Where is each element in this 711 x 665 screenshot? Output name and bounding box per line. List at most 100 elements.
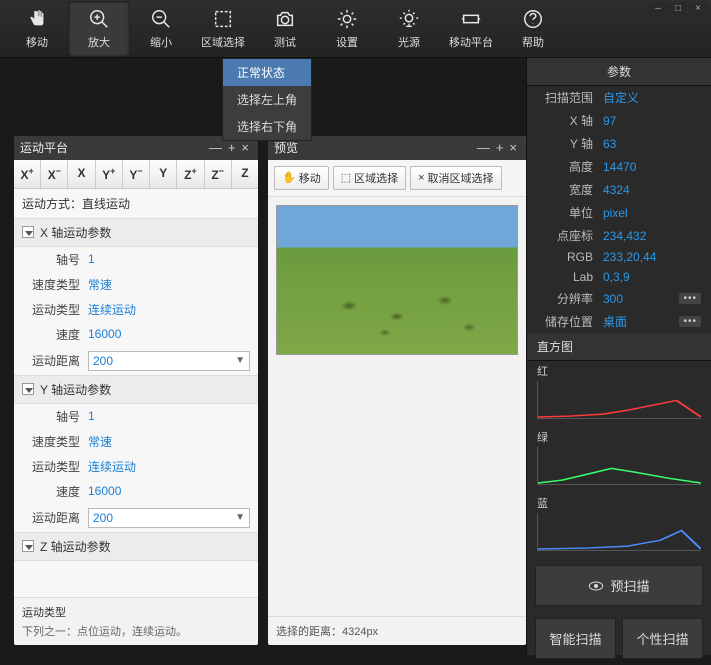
axis-x[interactable]: X xyxy=(68,160,95,188)
motion-mode: 运动方式：直线运动 xyxy=(14,189,258,218)
caret-icon xyxy=(22,540,34,552)
hand-icon: ✋ xyxy=(282,171,296,184)
preview-image[interactable] xyxy=(276,205,518,355)
axis-z-plus[interactable]: Z+ xyxy=(177,160,204,188)
histogram-green: 绿 xyxy=(537,429,701,485)
params-header: 参数 xyxy=(527,58,711,86)
region-label: 区域选择 xyxy=(201,34,245,50)
preview-region-tool[interactable]: ⬚区域选择 xyxy=(333,166,406,190)
panel-add[interactable]: + xyxy=(493,140,507,155)
panel-minimize[interactable]: — xyxy=(474,140,493,155)
motion-panel-title: 运动平台 xyxy=(20,139,206,156)
zoom-in-label: 放大 xyxy=(88,34,110,50)
preview-status: 选择的距离：4324px xyxy=(268,616,526,645)
histogram-red: 红 xyxy=(537,363,701,419)
y-motion-type: 连续运动 xyxy=(88,458,136,475)
dropdown-bottomright[interactable]: 选择右下角 xyxy=(223,113,311,140)
move-tool[interactable]: 移动 xyxy=(6,1,68,57)
preview-tools: ✋移动 ⬚区域选择 ×取消区域选择 xyxy=(268,160,526,197)
axis-z-minus[interactable]: Z− xyxy=(205,160,232,188)
save-loc-more[interactable]: ••• xyxy=(679,316,701,327)
y-speed-type: 常速 xyxy=(88,433,112,450)
y-value[interactable]: 63 xyxy=(603,137,616,151)
histogram-blue: 蓝 xyxy=(537,495,701,551)
axis-y-minus[interactable]: Y− xyxy=(123,160,150,188)
preview-move-tool[interactable]: ✋移动 xyxy=(274,166,329,190)
region-dropdown: 正常状态 选择左上角 选择右下角 xyxy=(222,58,312,141)
motion-panel-body: 运动方式：直线运动 X 轴运动参数 轴号1 速度类型常速 运动类型连续运动 速度… xyxy=(14,189,258,597)
help-tool[interactable]: 帮助 xyxy=(502,1,564,57)
hand-icon xyxy=(26,8,48,30)
light-label: 光源 xyxy=(398,34,420,50)
y-speed: 16000 xyxy=(88,484,121,498)
platform-tool[interactable]: 移动平台 xyxy=(440,1,502,57)
axis-z[interactable]: Z xyxy=(232,160,258,188)
coord-value: 234,432 xyxy=(603,229,646,243)
axis-x-plus[interactable]: X+ xyxy=(14,160,41,188)
zoom-out-icon xyxy=(150,8,172,30)
axis-y-plus[interactable]: Y+ xyxy=(96,160,123,188)
test-tool[interactable]: 测试 xyxy=(254,1,316,57)
custom-scan-button[interactable]: 个性扫描 xyxy=(622,618,703,659)
left-column: 运动平台 — + × X+ X− X Y+ Y− Y Z+ Z− Z 运动方式：… xyxy=(0,58,258,655)
z-section-header[interactable]: Z 轴运动参数 xyxy=(14,532,258,561)
settings-tool[interactable]: 设置 xyxy=(316,1,378,57)
right-column: 参数 扫描范围自定义 X 轴97 Y 轴63 高度14470 宽度4324 单位… xyxy=(526,58,711,655)
motion-panel: 运动平台 — + × X+ X− X Y+ Y− Y Z+ Z− Z 运动方式：… xyxy=(14,136,258,645)
maximize-button[interactable]: □ xyxy=(669,2,687,16)
light-icon xyxy=(398,8,420,30)
main-area: 运动平台 — + × X+ X− X Y+ Y− Y Z+ Z− Z 运动方式：… xyxy=(0,58,711,655)
axis-button-row: X+ X− X Y+ Y− Y Z+ Z− Z xyxy=(14,160,258,189)
platform-label: 移动平台 xyxy=(449,34,493,50)
region-select-tool[interactable]: 区域选择 xyxy=(192,1,254,57)
gear-icon xyxy=(336,8,358,30)
y-distance-input[interactable]: 200▼ xyxy=(88,508,250,528)
zoom-out-label: 缩小 xyxy=(150,34,172,50)
y-axis-no: 1 xyxy=(88,409,95,423)
panel-add[interactable]: + xyxy=(225,140,239,155)
resolution-value[interactable]: 300 xyxy=(603,292,623,306)
close-button[interactable]: × xyxy=(689,2,707,16)
platform-icon xyxy=(460,8,482,30)
zoom-in-icon xyxy=(88,8,110,30)
select-icon: ⬚ xyxy=(341,171,351,184)
middle-column: 预览 — + × ✋移动 ⬚区域选择 ×取消区域选择 选择的距离：4324px xyxy=(258,58,526,655)
zoom-out-tool[interactable]: 缩小 xyxy=(130,1,192,57)
x-speed: 16000 xyxy=(88,327,121,341)
unit-value[interactable]: pixel xyxy=(603,206,628,220)
prescan-button[interactable]: 预扫描 xyxy=(535,565,703,606)
x-value[interactable]: 97 xyxy=(603,114,616,128)
panel-close[interactable]: × xyxy=(238,140,252,155)
minimize-button[interactable]: – xyxy=(649,2,667,16)
dropdown-topleft[interactable]: 选择左上角 xyxy=(223,86,311,113)
preview-title: 预览 xyxy=(274,139,474,156)
axis-y[interactable]: Y xyxy=(150,160,177,188)
help-label: 帮助 xyxy=(522,34,544,50)
axis-x-minus[interactable]: X− xyxy=(41,160,68,188)
caret-icon xyxy=(22,383,34,395)
histogram-header: 直方图 xyxy=(527,333,711,361)
light-tool[interactable]: 光源 xyxy=(378,1,440,57)
lab-value: 0,3,9 xyxy=(603,270,630,284)
x-speed-type: 常速 xyxy=(88,276,112,293)
panel-close[interactable]: × xyxy=(506,140,520,155)
height-value[interactable]: 14470 xyxy=(603,160,636,174)
dropdown-normal[interactable]: 正常状态 xyxy=(223,59,311,86)
dropdown-arrow-icon: ▼ xyxy=(235,355,245,366)
x-distance-input[interactable]: 200▼ xyxy=(88,351,250,371)
preview-panel: 预览 — + × ✋移动 ⬚区域选择 ×取消区域选择 选择的距离：4324px xyxy=(268,136,526,645)
save-loc-value[interactable]: 桌面 xyxy=(603,313,627,330)
preview-cancel-tool[interactable]: ×取消区域选择 xyxy=(410,166,501,190)
x-axis-no: 1 xyxy=(88,252,95,266)
dropdown-arrow-icon: ▼ xyxy=(235,512,245,523)
test-label: 测试 xyxy=(274,34,296,50)
width-value[interactable]: 4324 xyxy=(603,183,630,197)
y-section-header[interactable]: Y 轴运动参数 xyxy=(14,375,258,404)
scan-range-value[interactable]: 自定义 xyxy=(603,89,639,106)
close-icon: × xyxy=(418,172,424,184)
resolution-more[interactable]: ••• xyxy=(679,293,701,304)
zoom-in-tool[interactable]: 放大 xyxy=(68,1,130,57)
panel-minimize[interactable]: — xyxy=(206,140,225,155)
x-section-header[interactable]: X 轴运动参数 xyxy=(14,218,258,247)
smart-scan-button[interactable]: 智能扫描 xyxy=(535,618,616,659)
